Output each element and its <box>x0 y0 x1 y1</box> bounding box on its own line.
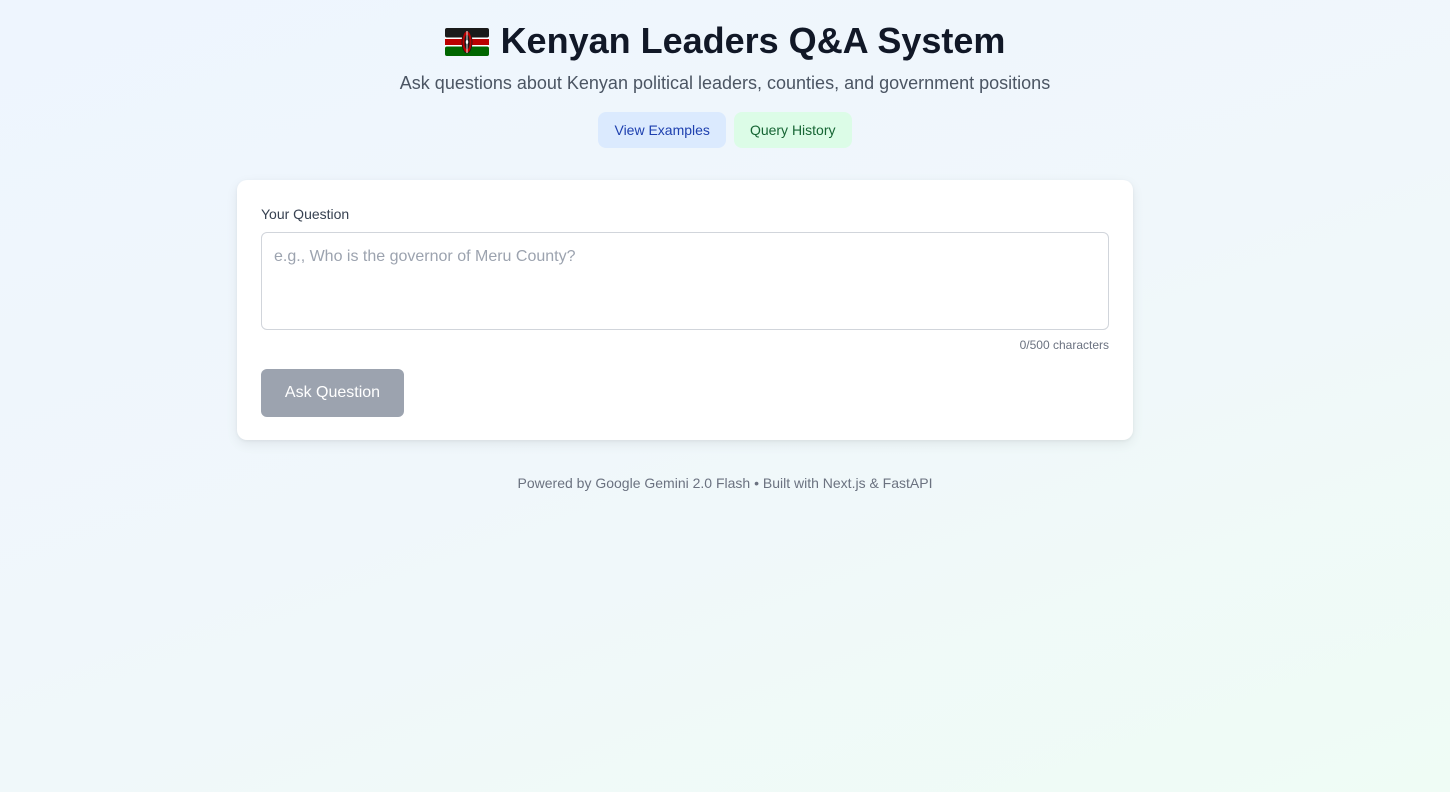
query-history-button[interactable]: Query History <box>733 112 852 148</box>
question-label: Your Question <box>261 206 350 222</box>
page-title-row: Kenyan Leaders Q&A System <box>0 17 1450 65</box>
header-actions: View Examples Query History <box>0 112 1450 148</box>
kenya-flag-icon <box>444 28 489 56</box>
view-examples-button[interactable]: View Examples <box>598 112 726 148</box>
question-input[interactable] <box>261 232 1109 330</box>
page-subtitle: Ask questions about Kenyan political lea… <box>399 73 1051 93</box>
page-title: Kenyan Leaders Q&A System <box>500 20 1006 61</box>
question-card: Your Question 0/500 characters Ask Quest… <box>237 180 1133 440</box>
page-footer: Powered by Google Gemini 2.0 Flash • Bui… <box>517 475 933 491</box>
character-counter: 0/500 characters <box>1019 338 1109 352</box>
ask-question-button[interactable]: Ask Question <box>261 369 404 417</box>
